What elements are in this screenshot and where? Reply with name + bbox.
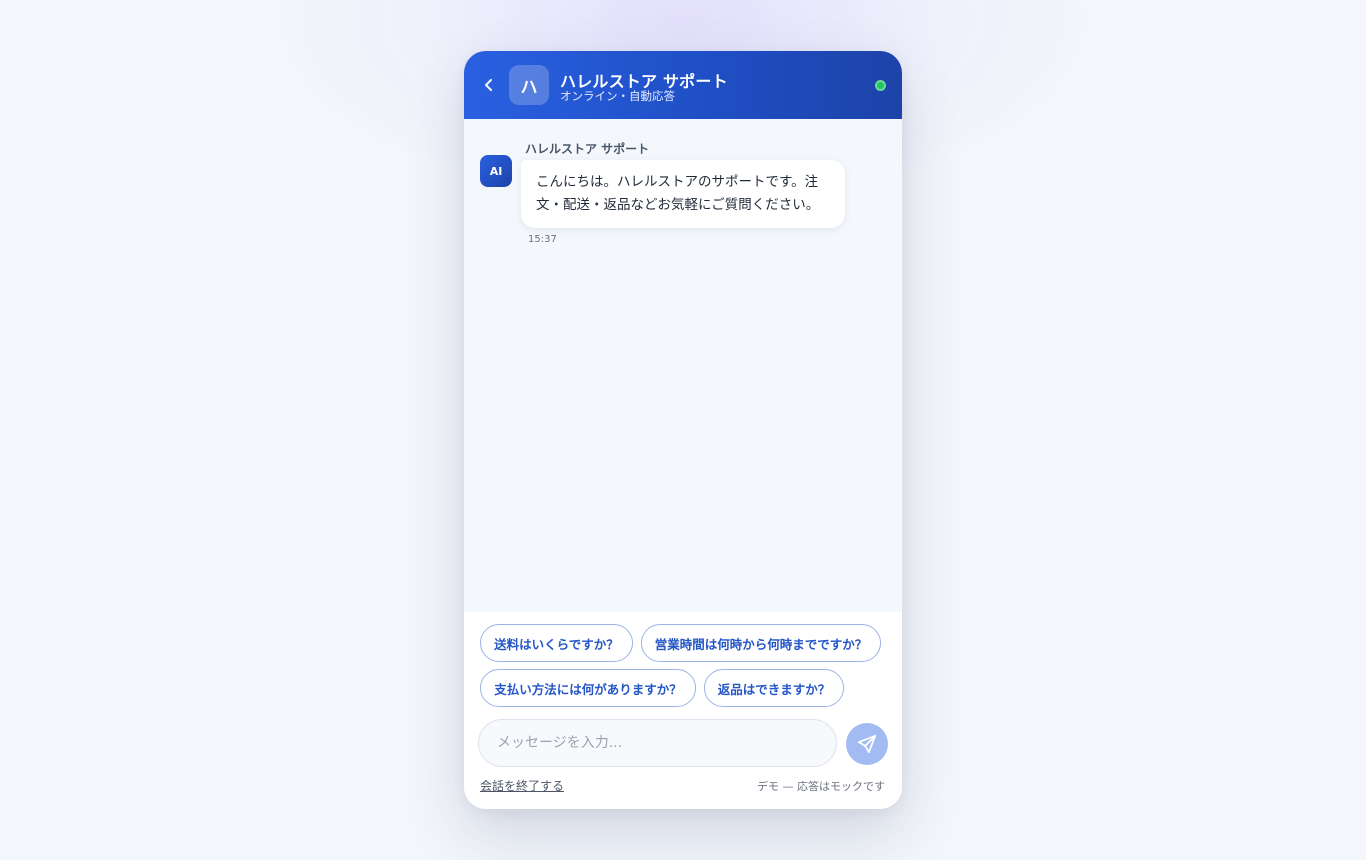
chat-header: ハ ハレルストア サポート オンライン・自動応答: [464, 51, 902, 119]
bot-avatar: AI: [480, 155, 512, 187]
quick-reply-hours[interactable]: 営業時間は何時から何時までですか？: [641, 624, 881, 662]
message-sender: ハレルストア サポート: [525, 142, 650, 156]
paper-plane-icon: [857, 734, 877, 754]
online-dot-icon: [875, 80, 886, 91]
message-timestamp: 15:37: [528, 234, 557, 245]
brand-avatar: ハ: [509, 65, 549, 105]
quick-reply-shipping[interactable]: 送料はいくらですか？: [480, 624, 633, 662]
message-input-wrapper: [478, 719, 837, 767]
send-button[interactable]: [846, 723, 888, 765]
chat-status-text: オンライン・自動応答: [560, 89, 675, 103]
quick-reply-returns[interactable]: 返品はできますか？: [704, 669, 844, 707]
message-list: AI ハレルストア サポート こんにちは。ハレルストアのサポートです。注文・配送…: [464, 119, 902, 612]
end-conversation-link[interactable]: 会話を終了する: [480, 777, 564, 794]
message-input[interactable]: [479, 720, 836, 766]
chevron-left-icon: [485, 79, 492, 91]
composer-panel: 送料はいくらですか？ 営業時間は何時から何時までですか？ 支払い方法には何があり…: [464, 612, 902, 809]
back-button[interactable]: [478, 73, 500, 97]
quick-reply-payment[interactable]: 支払い方法には何がありますか？: [480, 669, 696, 707]
message-bubble: こんにちは。ハレルストアのサポートです。注文・配送・返品などお気軽にご質問くださ…: [521, 160, 845, 228]
chat-widget: ハ ハレルストア サポート オンライン・自動応答 AI ハレルストア サポート …: [464, 51, 902, 809]
demo-note: デモ — 応答はモックです: [757, 780, 885, 793]
